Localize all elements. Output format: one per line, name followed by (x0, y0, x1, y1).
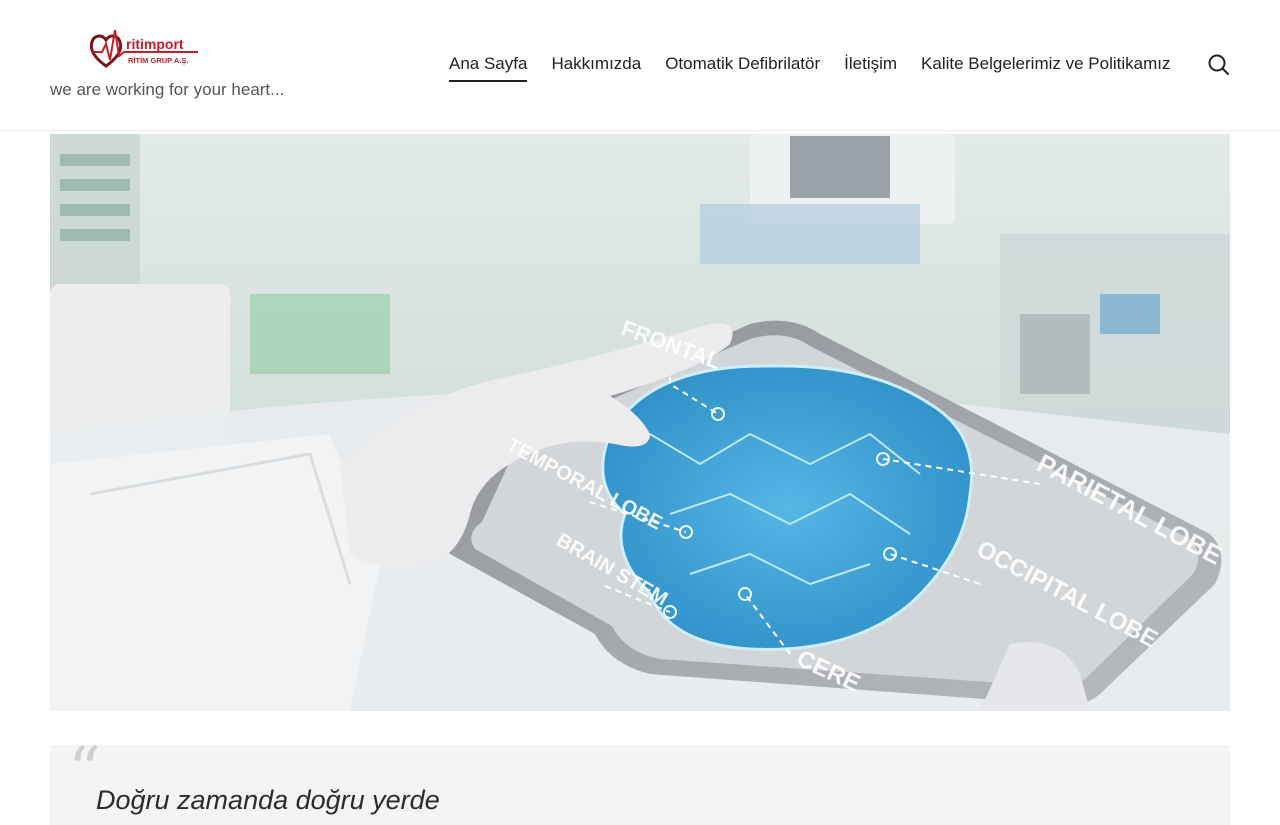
quote-text: Doğru zamanda doğru yerde (96, 785, 440, 815)
logo-subtext: RİTİM GRUP A.Ş. (128, 56, 188, 65)
logo-wordmark: ritimport (126, 36, 184, 52)
main-nav: Ana Sayfa Hakkımızda Otomatik Defibrilat… (449, 54, 1170, 82)
hero-image: FRONTAL TEMPORAL LOBE BRAIN STEM PARIETA… (50, 134, 1230, 711)
nav-item-otomatik-defibrilator[interactable]: Otomatik Defibrilatör (665, 54, 820, 82)
brand-logo[interactable]: ritimport RİTİM GRUP A.Ş. (88, 26, 200, 72)
quote-block: “ Doğru zamanda doğru yerde (50, 739, 1230, 825)
site-header: ritimport RİTİM GRUP A.Ş. we are working… (0, 0, 1280, 131)
search-icon (1208, 54, 1229, 75)
nav-item-kalite-belgelerimiz[interactable]: Kalite Belgelerimiz ve Politikamız (921, 54, 1170, 82)
nav-item-iletisim[interactable]: İletişim (844, 54, 897, 82)
nav-item-ana-sayfa[interactable]: Ana Sayfa (449, 54, 528, 82)
nav-item-hakkimizda[interactable]: Hakkımızda (551, 54, 641, 82)
site-tagline: we are working for your heart... (50, 80, 285, 99)
search-button[interactable] (1206, 52, 1232, 78)
